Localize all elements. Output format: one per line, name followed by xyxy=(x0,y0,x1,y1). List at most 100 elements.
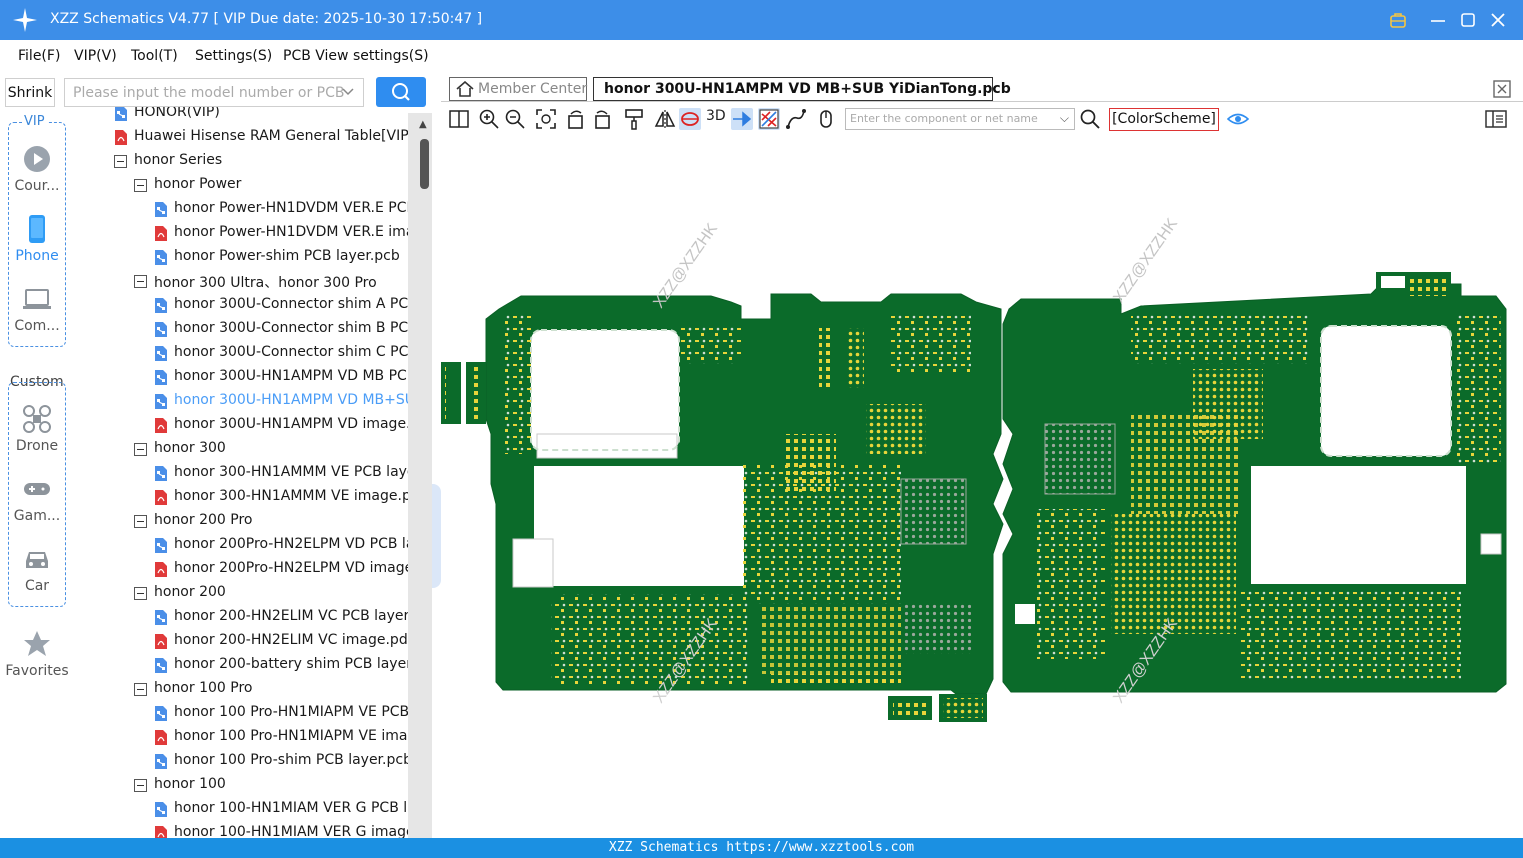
nav-item-label: Cour... xyxy=(14,178,60,194)
tree-file-item[interactable]: honor 100-HN1MIAM VER G PCB layer.pcb xyxy=(154,798,432,822)
collapse-icon[interactable] xyxy=(134,443,147,456)
member-center-tab[interactable]: Member Center xyxy=(449,77,587,101)
tree-file-item[interactable]: honor 300U-HN1AMPM VD MB PCB layer.pcb xyxy=(154,366,432,390)
tree-file-item[interactable]: honor 200-battery shim PCB layer.pcb xyxy=(154,654,432,678)
close-tabs-icon[interactable] xyxy=(1493,80,1511,98)
model-search-input[interactable]: Please input the model number or PCB xyxy=(64,78,364,107)
home-icon xyxy=(456,81,474,97)
tree-file-item[interactable]: Huawei Hisense RAM General Table[VIP] xyxy=(114,126,414,150)
collapse-icon[interactable] xyxy=(134,179,147,192)
tree-file-item[interactable]: honor Power-HN1DVDM VER.E image.pdf xyxy=(154,222,432,246)
layer-toggle-icon[interactable] xyxy=(679,108,701,130)
tree-file-item[interactable]: honor 100-HN1MIAM VER G image.pdf xyxy=(154,822,432,838)
pcb-board-view[interactable]: XZZ@XZZHK XZZ@XZZHK XZZ@XZZHK XZZ@XZZHK xyxy=(441,134,1523,838)
tree-item-label: honor Series xyxy=(134,152,223,168)
pcb-canvas[interactable]: XZZ@XZZHK XZZ@XZZHK XZZ@XZZHK XZZ@XZZHK xyxy=(441,134,1523,838)
menu-settings[interactable]: Settings(S) xyxy=(195,48,272,64)
nav-item-game[interactable]: Gam... xyxy=(0,474,74,534)
scroll-up-icon[interactable]: ▲ xyxy=(419,119,427,130)
tree-item-label: honor 300U-HN1AMPM VD MB+SUB YiDianTong.… xyxy=(174,392,432,408)
tree-file-item[interactable]: honor 200-HN2ELIM VC PCB layer.pcb xyxy=(154,606,432,630)
vip-bag-icon[interactable] xyxy=(1386,8,1410,32)
tree-folder[interactable]: honor 300 xyxy=(134,438,408,462)
tree-file-item[interactable]: honor 200Pro-HN2ELPM VD PCB layer.pcb xyxy=(154,534,432,558)
mirror-icon[interactable] xyxy=(654,108,676,130)
tree-file-item[interactable]: honor 300-HN1AMMM VE PCB layer.pcb xyxy=(154,462,432,486)
component-search-input[interactable]: Enter the component or net name ⌵ xyxy=(845,108,1075,130)
trace-route-icon[interactable] xyxy=(785,108,807,130)
search-button[interactable] xyxy=(376,77,426,107)
zoom-out-icon[interactable] xyxy=(504,108,526,130)
pin-highlight-icon[interactable] xyxy=(731,108,753,130)
pdf-file-icon xyxy=(155,634,167,649)
pcb-file-icon xyxy=(155,346,167,361)
zoom-in-icon[interactable] xyxy=(478,108,500,130)
tree-item-label: honor 100 Pro-HN1MIAPM VE image.pdf xyxy=(174,728,432,744)
chevron-down-icon[interactable]: ⌵ xyxy=(1060,111,1069,126)
menu-vip[interactable]: VIP(V) xyxy=(74,48,117,64)
tree-folder[interactable]: honor 200 xyxy=(134,582,408,606)
tree-file-item[interactable]: honor 300U-Connector shim C PCB layer.pc… xyxy=(154,342,432,366)
panel-splitter[interactable] xyxy=(432,72,441,838)
net-color-icon[interactable] xyxy=(758,108,780,130)
tree-file-item[interactable]: honor 100 Pro-HN1MIAPM VE image.pdf xyxy=(154,726,432,750)
fit-view-icon[interactable] xyxy=(535,108,557,130)
menu-file[interactable]: File(F) xyxy=(18,48,60,64)
tree-file-item[interactable]: honor 300U-HN1AMPM VD image.pdf xyxy=(154,414,432,438)
tree-file-item[interactable]: honor 100 Pro-HN1MIAPM VE PCB layer.pcb xyxy=(154,702,432,726)
scroll-thumb[interactable] xyxy=(420,139,429,189)
nav-item-drone[interactable]: Drone xyxy=(0,404,74,464)
maximize-button[interactable] xyxy=(1456,8,1480,32)
tree-file-item[interactable]: honor Power-HN1DVDM VER.E PCB layer.pcb xyxy=(154,198,432,222)
tree-folder[interactable]: honor Power xyxy=(134,174,408,198)
collapse-icon[interactable] xyxy=(134,587,147,600)
tree-file-item[interactable]: HONOR(VIP) xyxy=(114,107,408,126)
tree-file-item[interactable]: honor 300U-Connector shim B PCB layer.pc… xyxy=(154,318,432,342)
nav-item-car[interactable]: Car xyxy=(0,544,74,604)
menu-pcb-view-settings[interactable]: PCB View settings(S) xyxy=(283,48,429,64)
active-document-tab[interactable]: honor 300U-HN1AMPM VD MB+SUB YiDianTong.… xyxy=(593,77,1011,101)
rotate-left-icon[interactable] xyxy=(565,108,587,130)
collapse-icon[interactable] xyxy=(134,779,147,792)
tree-file-item[interactable]: honor Power-shim PCB layer.pcb xyxy=(154,246,408,270)
eye-icon[interactable] xyxy=(1227,108,1249,130)
tree-file-item[interactable]: honor 200Pro-HN2ELPM VD image.pdf xyxy=(154,558,432,582)
model-search-placeholder: Please input the model number or PCB xyxy=(73,85,345,101)
tree-folder[interactable]: honor Series xyxy=(114,150,408,174)
view-3d-button[interactable]: 3D xyxy=(706,108,730,130)
laptop-icon xyxy=(23,289,51,309)
pdf-file-icon xyxy=(155,418,167,433)
collapse-icon[interactable] xyxy=(114,155,127,168)
nav-item-courses[interactable]: Cour... xyxy=(0,144,74,204)
tree-file-item[interactable]: honor 200-HN2ELIM VC image.pdf xyxy=(154,630,413,654)
tree-file-item[interactable]: honor 300U-HN1AMPM VD MB+SUB YiDianTong.… xyxy=(154,390,432,414)
nav-item-favorites[interactable]: Favorites xyxy=(0,629,74,689)
tree-folder[interactable]: honor 100 Pro xyxy=(134,678,408,702)
tree-file-item[interactable]: honor 300U-Connector shim A PCB layer.pc… xyxy=(154,294,432,318)
collapse-icon[interactable] xyxy=(134,275,147,288)
shrink-button[interactable]: Shrink xyxy=(5,78,55,107)
close-button[interactable] xyxy=(1486,8,1510,32)
tree-folder[interactable]: honor 300 Ultra、honor 300 Pro xyxy=(134,270,408,294)
tree-scrollbar[interactable]: ▲ xyxy=(408,113,432,838)
tree-item-label: honor 300 Ultra、honor 300 Pro xyxy=(154,275,377,291)
chevron-down-icon[interactable] xyxy=(341,85,355,99)
tree-file-item[interactable]: honor 300-HN1AMMM VE image.pdf xyxy=(154,486,425,510)
menu-tool[interactable]: Tool(T) xyxy=(131,48,178,64)
collapse-icon[interactable] xyxy=(134,683,147,696)
nav-item-computer[interactable]: Com... xyxy=(0,284,74,344)
tree-file-item[interactable]: honor 100 Pro-shim PCB layer.pcb xyxy=(154,750,412,774)
mouse-mode-icon[interactable] xyxy=(815,108,837,130)
minimize-button[interactable] xyxy=(1426,8,1450,32)
rotate-right-icon[interactable] xyxy=(591,108,613,130)
collapse-icon[interactable] xyxy=(134,515,147,528)
tree-folder[interactable]: honor 200 Pro xyxy=(134,510,408,534)
color-scheme-button[interactable]: [ColorScheme] xyxy=(1109,108,1219,131)
side-panel-icon[interactable] xyxy=(1485,108,1507,130)
tree-folder[interactable]: honor 100 xyxy=(134,774,408,798)
collapse-panel-handle[interactable] xyxy=(432,484,441,588)
component-search-icon[interactable] xyxy=(1079,108,1101,130)
split-view-icon[interactable] xyxy=(448,108,470,130)
format-brush-icon[interactable] xyxy=(623,108,645,130)
nav-item-phone[interactable]: Phone xyxy=(0,214,74,274)
